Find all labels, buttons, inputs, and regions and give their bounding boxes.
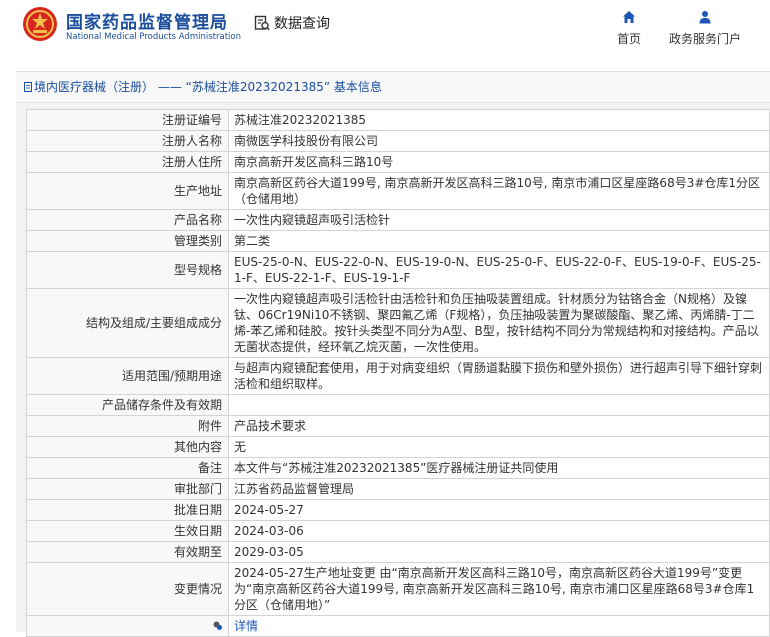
field-value: EUS-25-0-N、EUS-22-0-N、EUS-19-0-N、EUS-25-… bbox=[228, 251, 770, 289]
table-row: 批准日期 2024-05-27 bbox=[26, 499, 770, 521]
detail-label-cell bbox=[26, 615, 229, 637]
table-row: 管理类别 第二类 bbox=[26, 230, 770, 252]
field-label: 产品储存条件及有效期 bbox=[26, 394, 229, 416]
nav-portal-label: 政务服务门户 bbox=[668, 32, 741, 46]
field-label: 其他内容 bbox=[26, 436, 229, 458]
data-query-link[interactable]: 数据查询 bbox=[254, 13, 330, 33]
field-value: 一次性内窥镜超声吸引活检针由活检针和负压抽吸装置组成。针材质分为钴铬合金（N规格… bbox=[228, 288, 770, 358]
info-table-wrapper: 注册证编号 苏械注准20232021385 注册人名称 南微医学科技股份有限公司 注… bbox=[26, 109, 770, 637]
table-row: 备注 本文件与“苏械注准20232021385”医疗器械注册证共同使用 bbox=[26, 457, 770, 479]
emblem-icon bbox=[23, 7, 57, 41]
field-value: 江苏省药品监督管理局 bbox=[228, 478, 770, 500]
table-row: 变更情况 2024-05-27生产地址变更 由“南京高新开发区高科三路10号，南京… bbox=[26, 562, 770, 616]
field-value: 2024-03-06 bbox=[228, 520, 770, 542]
table-row: 生产地址 南京高新区药谷大道199号, 南京高新开发区高科三路10号, 南京市浦口… bbox=[26, 172, 770, 210]
field-label: 产品名称 bbox=[26, 209, 229, 231]
field-value: 2029-03-05 bbox=[228, 541, 770, 563]
field-label: 有效期至 bbox=[26, 541, 229, 563]
field-value: 2024-05-27生产地址变更 由“南京高新开发区高科三路10号，南京高新区药… bbox=[228, 562, 770, 616]
nav-home[interactable]: 首页 bbox=[614, 10, 644, 47]
table-row: 型号规格 EUS-25-0-N、EUS-22-0-N、EUS-19-0-N、EUS… bbox=[26, 251, 770, 289]
table-row: 注册人名称 南微医学科技股份有限公司 bbox=[26, 130, 770, 152]
field-value: 南微医学科技股份有限公司 bbox=[228, 130, 770, 152]
table-row: 有效期至 2029-03-05 bbox=[26, 541, 770, 563]
field-value: 本文件与“苏械注准20232021385”医疗器械注册证共同使用 bbox=[228, 457, 770, 479]
table-row: 详情 bbox=[26, 615, 770, 637]
field-value: 南京高新区药谷大道199号, 南京高新开发区高科三路10号, 南京市浦口区星座路… bbox=[228, 172, 770, 210]
data-query-label: 数据查询 bbox=[274, 16, 330, 32]
field-value: 苏械注准20232021385 bbox=[228, 109, 770, 131]
field-label: 备注 bbox=[26, 457, 229, 479]
detail-panel: 境内医疗器械（注册） —— “苏械注准20232021385” 基本信息 注册证… bbox=[16, 71, 770, 637]
field-value: 第二类 bbox=[228, 230, 770, 252]
doc-icon bbox=[24, 82, 32, 92]
pin-icon bbox=[213, 621, 222, 630]
nav-service-portal[interactable]: 政务服务门户 bbox=[664, 10, 746, 47]
field-label: 审批部门 bbox=[26, 478, 229, 500]
detail-link[interactable]: 详情 bbox=[234, 619, 258, 633]
info-table: 注册证编号 苏械注准20232021385 注册人名称 南微医学科技股份有限公司 注… bbox=[26, 109, 770, 637]
field-label: 生效日期 bbox=[26, 520, 229, 542]
breadcrumb-category[interactable]: 境内医疗器械（注册） bbox=[34, 80, 154, 94]
field-label: 管理类别 bbox=[26, 230, 229, 252]
field-label: 型号规格 bbox=[26, 251, 229, 289]
table-row: 注册证编号 苏械注准20232021385 bbox=[26, 109, 770, 131]
home-icon bbox=[623, 11, 635, 23]
nav-home-label: 首页 bbox=[616, 32, 641, 46]
field-label: 适用范围/预期用途 bbox=[26, 357, 229, 395]
breadcrumb-record: “苏械注准20232021385” bbox=[185, 80, 331, 94]
table-row: 产品名称 一次性内窥镜超声吸引活检针 bbox=[26, 209, 770, 231]
field-label: 批准日期 bbox=[26, 499, 229, 521]
table-row: 其他内容无 bbox=[26, 436, 770, 458]
field-value: 南京高新开发区高科三路10号 bbox=[228, 151, 770, 173]
table-row: 生效日期 2024-03-06 bbox=[26, 520, 770, 542]
field-label: 注册人住所 bbox=[26, 151, 229, 173]
field-value: 与超声内窥镜配套使用，用于对病变组织（胃肠道黏膜下损伤和壁外损伤）进行超声引导下… bbox=[228, 357, 770, 395]
field-value: 一次性内窥镜超声吸引活检针 bbox=[228, 209, 770, 231]
table-row: 产品储存条件及有效期 bbox=[26, 394, 770, 416]
field-label: 生产地址 bbox=[26, 172, 229, 210]
field-label: 变更情况 bbox=[26, 562, 229, 616]
table-row: 附件 产品技术要求 bbox=[26, 415, 770, 437]
field-label: 注册证编号 bbox=[26, 109, 229, 131]
field-value: 产品技术要求 bbox=[228, 415, 770, 437]
field-label: 结构及组成/主要组成成分 bbox=[26, 288, 229, 358]
breadcrumb-separator: —— bbox=[154, 80, 186, 94]
field-value bbox=[228, 394, 770, 416]
table-row: 适用范围/预期用途 与超声内窥镜配套使用，用于对病变组织（胃肠道黏膜下损伤和壁外损… bbox=[26, 357, 770, 395]
site-header: 国家药品监督管理局 National Medical Products Admi… bbox=[0, 0, 770, 62]
detail-value-cell: 详情 bbox=[228, 615, 770, 637]
table-row: 审批部门 江苏省药品监督管理局 bbox=[26, 478, 770, 500]
field-value: 无 bbox=[228, 436, 770, 458]
site-logo-subtitle: National Medical Products Administration bbox=[66, 32, 241, 42]
query-icon bbox=[254, 15, 270, 31]
table-row: 结构及组成/主要组成成分 一次性内窥镜超声吸引活检针由活检针和负压抽吸装置组成。针… bbox=[26, 288, 770, 358]
table-row: 注册人住所 南京高新开发区高科三路10号 bbox=[26, 151, 770, 173]
breadcrumb: 境内医疗器械（注册） —— “苏械注准20232021385” 基本信息 bbox=[16, 72, 770, 103]
field-value: 2024-05-27 bbox=[228, 499, 770, 521]
breadcrumb-suffix: 基本信息 bbox=[330, 80, 382, 94]
field-label: 附件 bbox=[26, 415, 229, 437]
site-logo-title: 国家药品监督管理局 bbox=[66, 13, 228, 33]
field-label: 注册人名称 bbox=[26, 130, 229, 152]
user-icon bbox=[699, 11, 711, 24]
